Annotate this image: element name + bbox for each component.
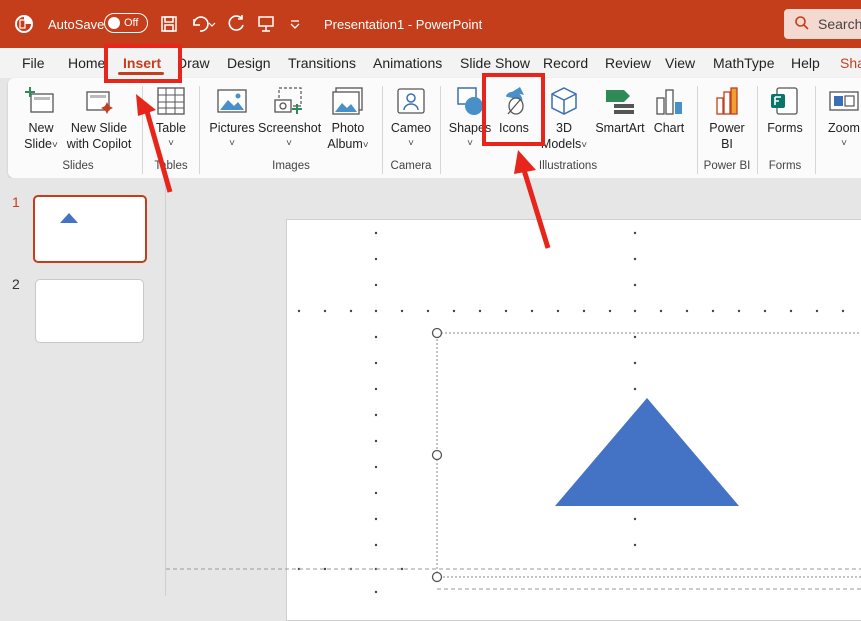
annotation-arrow-icons [514,150,551,249]
resize-handle[interactable] [431,327,443,339]
icons-button-highlight [482,73,545,146]
guide-horizontal-top [297,309,845,313]
insert-tab-highlight [104,44,182,83]
annotation-arrow-insert [136,94,173,193]
slide-overlay [136,94,861,594]
resize-handle[interactable] [431,449,443,461]
triangle-shape[interactable] [555,398,739,506]
resize-handle[interactable] [431,571,443,583]
guide-vertical-left [374,231,378,594]
